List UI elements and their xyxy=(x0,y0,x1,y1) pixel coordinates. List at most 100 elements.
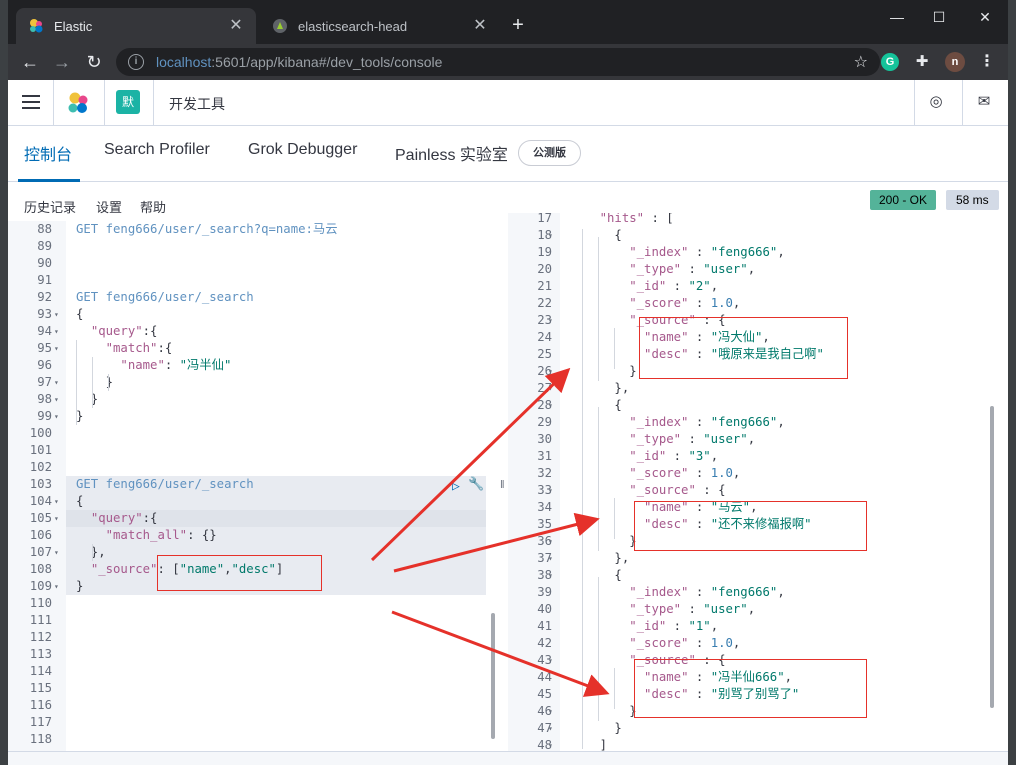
fold-toggle-icon[interactable]: ▾ xyxy=(548,652,553,669)
fold-toggle-icon[interactable]: ▾ xyxy=(54,510,59,527)
code-token: : xyxy=(688,296,711,310)
fold-toggle-icon[interactable]: ▾ xyxy=(548,567,553,584)
line-number: 45 xyxy=(537,687,552,701)
request-editor[interactable]: 88 GET feng666/user/_search?q=name:马云 89 90… xyxy=(8,221,498,751)
fold-toggle-icon[interactable]: ▾ xyxy=(54,544,59,561)
reload-button[interactable]: ↻ xyxy=(84,52,104,72)
output-scrollbar[interactable] xyxy=(990,406,994,708)
tab-strip: Elastic ✕ elasticsearch-head ✕ + — ☐ ✕ xyxy=(8,0,1008,44)
tab-painless-lab[interactable]: Painless 实验室 xyxy=(395,141,508,165)
back-button[interactable]: ← xyxy=(20,52,40,72)
browser-menu-icon[interactable]: ⋮ xyxy=(978,53,996,71)
help-link[interactable]: 帮助 xyxy=(140,197,166,216)
fold-toggle-icon[interactable]: ▾ xyxy=(54,578,59,595)
code-token: "query" xyxy=(90,511,143,525)
code-text: "_id" : "3", xyxy=(570,448,718,465)
annotation-box-hit-3 xyxy=(634,659,867,718)
line-number: 30 xyxy=(537,432,552,446)
bottom-strip xyxy=(8,751,1008,765)
fold-toggle-icon[interactable]: ▾ xyxy=(54,408,59,425)
tab-elasticsearch-head[interactable]: elasticsearch-head ✕ xyxy=(260,8,500,44)
code-line: 97 ▾ } xyxy=(8,374,498,391)
fold-toggle-icon[interactable]: ▾ xyxy=(548,720,553,737)
code-text: } xyxy=(570,703,636,720)
code-line: 88 GET feng666/user/_search?q=name:马云 xyxy=(8,221,498,238)
fold-toggle-icon[interactable]: ▾ xyxy=(548,227,553,244)
fold-toggle-icon[interactable]: ▾ xyxy=(548,312,553,329)
line-number: 40 xyxy=(537,602,552,616)
line-number: 113 xyxy=(29,647,52,661)
fold-toggle-icon[interactable]: ▾ xyxy=(54,323,59,340)
close-tab-icon[interactable]: ✕ xyxy=(228,18,244,34)
tab-grok-debugger[interactable]: Grok Debugger xyxy=(248,141,357,159)
code-token: , xyxy=(732,296,741,310)
close-window-button[interactable]: ✕ xyxy=(962,8,1008,26)
code-token: "3" xyxy=(688,449,711,463)
tab-console[interactable]: 控制台 xyxy=(24,141,72,165)
tab-elastic[interactable]: Elastic ✕ xyxy=(16,8,256,44)
help-lifebuoy-icon[interactable]: ◎ xyxy=(926,92,946,112)
mail-icon[interactable]: ✉ xyxy=(974,92,994,112)
line-number: 32 xyxy=(537,466,552,480)
tab-search-profiler[interactable]: Search Profiler xyxy=(104,141,210,159)
fold-toggle-icon[interactable]: ▾ xyxy=(548,380,553,397)
fold-toggle-icon[interactable]: ▾ xyxy=(548,482,553,499)
history-link[interactable]: 历史记录 xyxy=(24,197,76,216)
code-token: "match_all" xyxy=(105,528,188,542)
code-token: "1" xyxy=(688,619,711,633)
code-text: "_score" : 1.0, xyxy=(570,295,740,312)
send-request-icon[interactable]: ▷ xyxy=(452,479,460,494)
address-bar[interactable]: i localhost:5601/app/kibana#/dev_tools/c… xyxy=(116,48,880,76)
kibana-header: 默 开发工具 ◎ ✉ xyxy=(8,80,1008,126)
fold-toggle-icon[interactable]: ▾ xyxy=(54,493,59,510)
line-number: 88 xyxy=(37,222,52,236)
fold-toggle-icon[interactable]: ▾ xyxy=(54,374,59,391)
code-line: 95 ▾ "match":{ xyxy=(8,340,498,357)
fold-toggle-icon[interactable]: ▾ xyxy=(548,397,553,414)
kibana-logo-icon[interactable] xyxy=(66,91,90,115)
grammarly-icon[interactable]: G xyxy=(881,53,899,71)
code-token: : xyxy=(688,636,711,650)
fold-toggle-icon[interactable]: ▾ xyxy=(548,363,553,380)
extensions-puzzle-icon[interactable]: ✚ xyxy=(913,53,931,71)
wrench-icon[interactable]: 🔧 xyxy=(468,477,484,492)
fold-toggle-icon[interactable]: ▾ xyxy=(54,306,59,323)
line-number: 37 xyxy=(537,551,552,565)
annotation-box-hit-2 xyxy=(634,501,867,551)
code-text: } xyxy=(570,363,636,380)
fold-toggle-icon[interactable]: ▾ xyxy=(548,737,553,751)
fold-toggle-icon[interactable]: ▾ xyxy=(54,340,59,357)
close-tab-icon[interactable]: ✕ xyxy=(472,18,488,34)
code-text: GET feng666/user/_search?q=name:马云 xyxy=(76,221,338,238)
line-number: 41 xyxy=(537,619,552,633)
space-avatar[interactable]: 默 xyxy=(116,90,140,114)
menu-hamburger-icon[interactable] xyxy=(22,95,40,113)
minimize-button[interactable]: — xyxy=(874,8,920,26)
bookmark-star-icon[interactable]: ☆ xyxy=(854,52,868,72)
code-token: "query" xyxy=(90,324,143,338)
settings-link[interactable]: 设置 xyxy=(96,197,122,216)
code-text: } xyxy=(570,533,636,550)
fold-toggle-icon[interactable]: ▾ xyxy=(548,533,553,550)
site-info-icon[interactable]: i xyxy=(128,54,144,70)
forward-button[interactable]: → xyxy=(52,52,72,72)
maximize-button[interactable]: ☐ xyxy=(916,8,962,26)
beta-badge: 公测版 xyxy=(518,140,581,166)
line-number: 106 xyxy=(29,528,52,542)
line-number: 102 xyxy=(29,460,52,474)
fold-toggle-icon[interactable]: ▾ xyxy=(54,391,59,408)
code-token: "user" xyxy=(703,432,748,446)
editor-scrollbar[interactable] xyxy=(491,613,495,739)
fold-toggle-icon[interactable]: ▾ xyxy=(548,703,553,720)
profile-avatar[interactable]: n xyxy=(945,52,965,72)
code-line: 99 ▾} xyxy=(8,408,498,425)
new-tab-button[interactable]: + xyxy=(508,14,528,36)
fold-toggle-icon[interactable]: ▾ xyxy=(548,550,553,567)
resize-grip-icon[interactable]: ‖ xyxy=(500,478,506,492)
code-token: feng666/user/_search xyxy=(105,290,254,304)
code-token: feng666/user/_search xyxy=(105,477,254,491)
